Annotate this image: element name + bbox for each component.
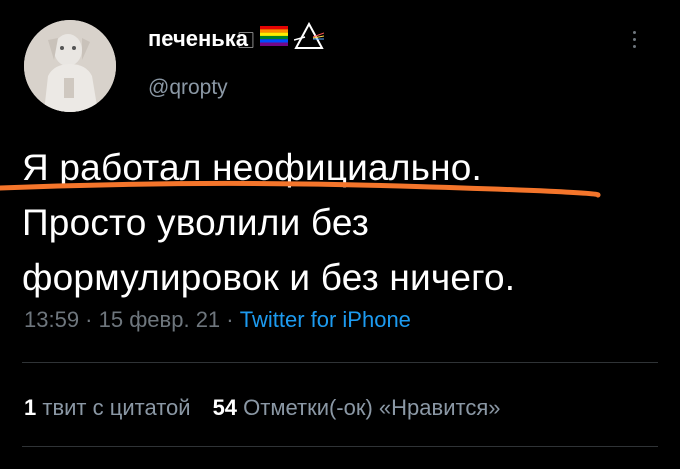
- tweet-line: Просто уволили без: [22, 202, 370, 243]
- tweet-time[interactable]: 13:59: [24, 307, 79, 332]
- rainbow-flag-icon: [260, 26, 289, 51]
- author-name-row: печенька ⃞: [148, 21, 325, 55]
- prism-icon: [293, 21, 325, 55]
- tweet-source[interactable]: Twitter for iPhone: [240, 307, 411, 332]
- tweet-meta: 13:59 · 15 февр. 21 · Twitter for iPhone: [24, 307, 411, 333]
- divider: [22, 362, 658, 363]
- quotes-count: 1: [24, 395, 37, 420]
- avatar-image: [24, 20, 116, 112]
- likes-count: 54: [212, 395, 238, 420]
- tweet-date[interactable]: 15 февр. 21: [99, 307, 221, 332]
- likes-stat[interactable]: 54 Отметки(-ок) «Нравится»: [213, 395, 501, 421]
- tweet-line: формулировок и без ничего.: [22, 257, 516, 298]
- author-handle[interactable]: @qropty: [148, 76, 228, 100]
- meta-separator: ·: [79, 307, 99, 332]
- quotes-label: твит с цитатой: [42, 395, 191, 420]
- display-name[interactable]: печенька: [148, 26, 248, 52]
- tweet-text: Я работал неофициально. Просто уволили б…: [22, 140, 642, 305]
- tweet-line: Я работал неофициально.: [22, 147, 482, 188]
- divider: [22, 446, 658, 447]
- likes-label: Отметки(-ок) «Нравится»: [243, 395, 501, 420]
- meta-separator: ·: [220, 307, 240, 332]
- tweet-stats: 1 твит с цитатой 54 Отметки(-ок) «Нравит…: [24, 395, 500, 421]
- quotes-stat[interactable]: 1 твит с цитатой: [24, 395, 191, 421]
- more-vertical-icon[interactable]: [622, 24, 646, 54]
- avatar[interactable]: [24, 20, 116, 112]
